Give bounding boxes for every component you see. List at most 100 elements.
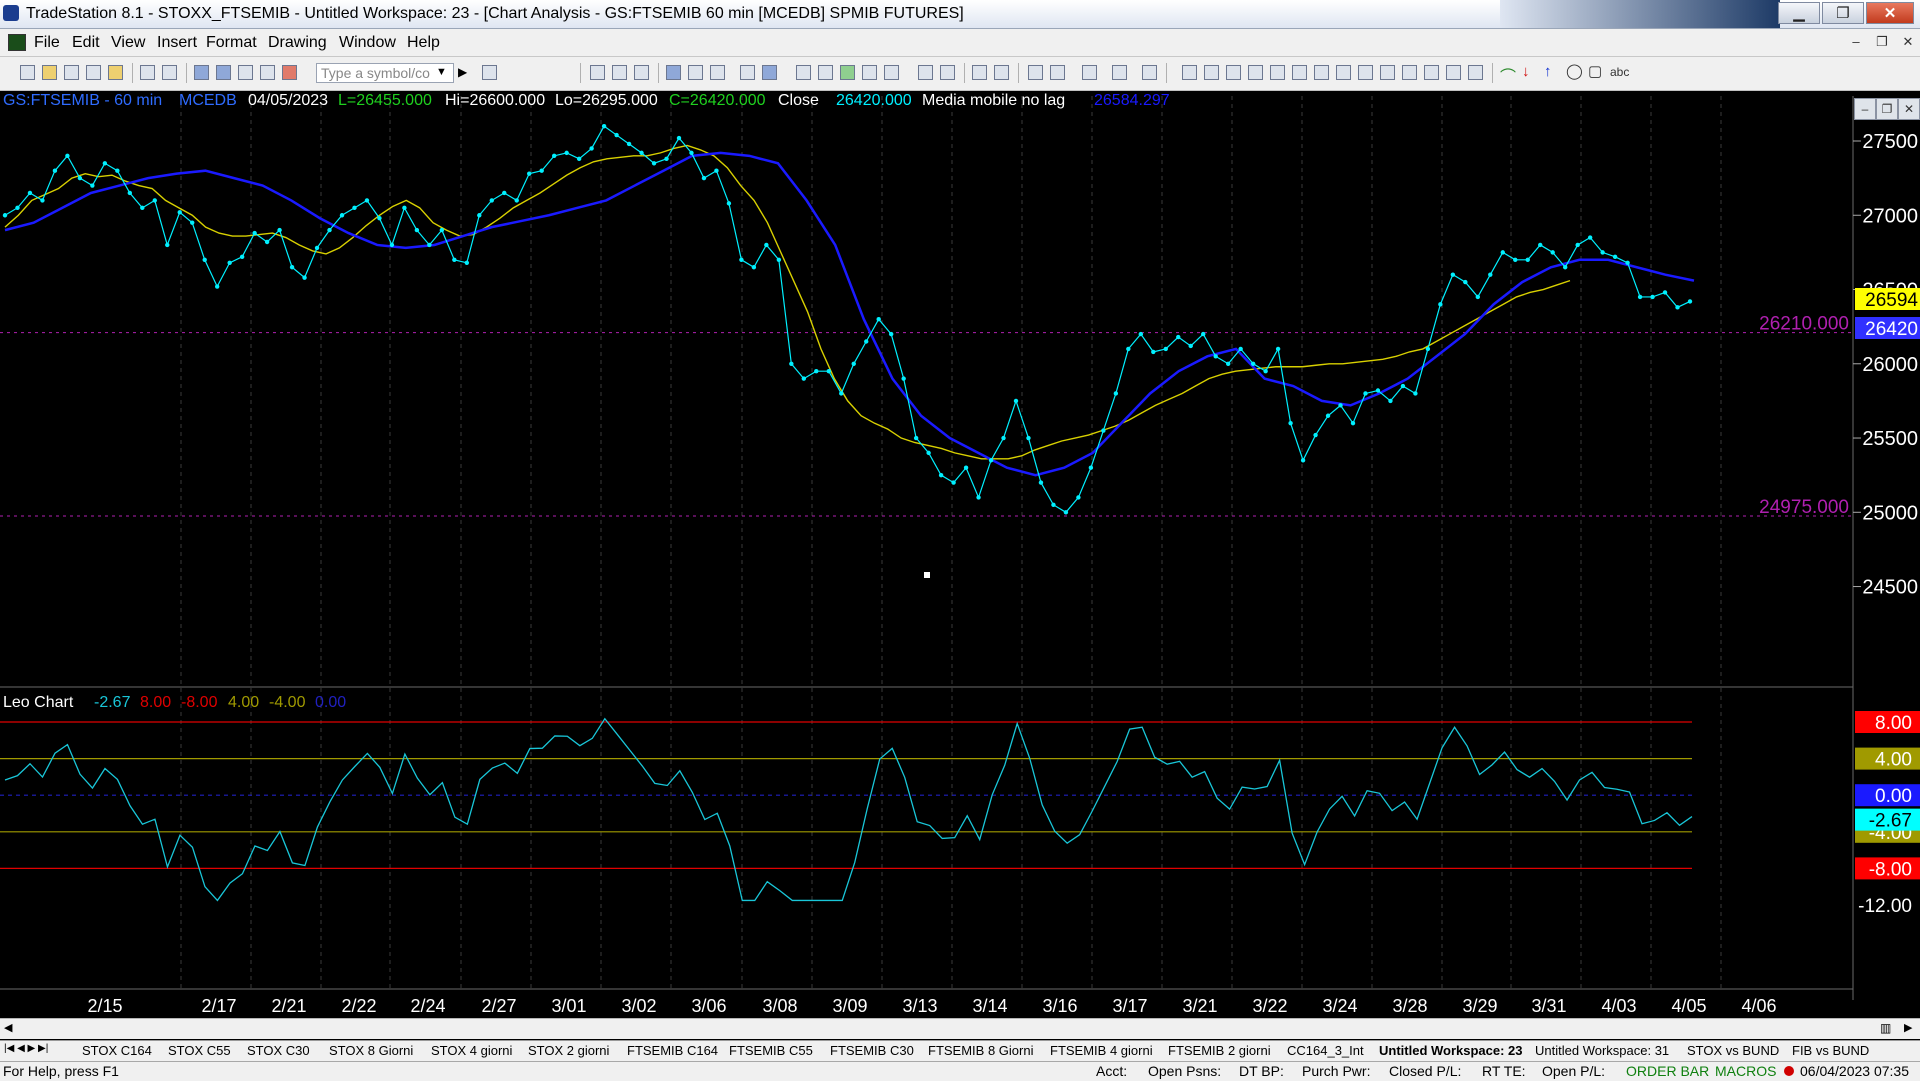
tab-nav-first-icon[interactable]: |◀ ◀ ▶ ▶| [4, 1043, 48, 1054]
scroll-right-icon[interactable]: ▶ [1904, 1021, 1912, 1034]
mdi-minimize-button[interactable]: – [1847, 33, 1865, 51]
chevron-down-icon[interactable]: ▼ [436, 66, 447, 78]
open-icon[interactable] [42, 65, 57, 80]
channel-icon[interactable] [1226, 65, 1241, 80]
table-icon[interactable] [634, 65, 649, 80]
arcs-icon[interactable] [1446, 65, 1461, 80]
range-icon[interactable] [1380, 65, 1395, 80]
binoculars-icon[interactable] [482, 65, 497, 80]
rows-icon[interactable] [862, 65, 877, 80]
options-icon[interactable] [796, 65, 811, 80]
chart-doc-icon[interactable] [8, 34, 26, 51]
scroll-thumb-icon[interactable]: ▥ [1880, 1021, 1891, 1035]
tab-workspace[interactable]: STOX C30 [247, 1043, 310, 1058]
print-icon[interactable] [162, 65, 177, 80]
gann-fan-icon[interactable] [1358, 65, 1373, 80]
tab-workspace[interactable]: CC164_3_Int [1287, 1043, 1364, 1058]
minimize-button[interactable]: ▁ [1778, 2, 1820, 24]
tab-workspace-active[interactable]: Untitled Workspace: 23 [1379, 1043, 1523, 1058]
menu-window[interactable]: Window [339, 34, 396, 52]
wrench-icon[interactable] [1082, 65, 1097, 80]
horizontal-line-icon[interactable] [1204, 65, 1219, 80]
retracement-icon[interactable] [1292, 65, 1307, 80]
account-icon[interactable] [762, 65, 777, 80]
tab-workspace[interactable]: Untitled Workspace: 31 [1535, 1043, 1669, 1058]
zoom-in-icon[interactable] [972, 65, 987, 80]
pencil-icon[interactable] [260, 65, 275, 80]
tab-workspace[interactable]: STOX 4 giorni [431, 1043, 512, 1058]
menu-file[interactable]: File [34, 34, 60, 52]
symbol-input[interactable]: Type a symbol/co [316, 63, 454, 83]
tab-workspace[interactable]: STOX 2 giorni [528, 1043, 609, 1058]
properties-icon[interactable] [1112, 65, 1127, 80]
rectangle-icon[interactable]: ▢ [1588, 62, 1602, 80]
menu-view[interactable]: View [111, 34, 145, 52]
chart-restore-button[interactable]: ❐ [1876, 98, 1898, 120]
zoom-out-icon[interactable] [994, 65, 1009, 80]
menu-help[interactable]: Help [407, 34, 440, 52]
freehand-icon[interactable] [1468, 65, 1483, 80]
tab-workspace[interactable]: FTSEMIB 8 Giorni [928, 1043, 1033, 1058]
vertical-lines-icon[interactable] [1314, 65, 1329, 80]
window-icon[interactable] [194, 65, 209, 80]
menu-edit[interactable]: Edit [72, 34, 100, 52]
bar-chart-icon[interactable] [840, 65, 855, 80]
data-icon[interactable] [1142, 65, 1157, 80]
fibonacci-icon[interactable] [1270, 65, 1285, 80]
tab-workspace[interactable]: STOX 8 Giorni [329, 1043, 413, 1058]
pointer-icon[interactable] [1028, 65, 1043, 80]
status-macros[interactable]: MACROS [1715, 1063, 1776, 1079]
globe-icon[interactable] [282, 65, 297, 80]
maximize-button[interactable]: ❐ [1822, 2, 1864, 24]
chart-minimize-button[interactable]: – [1854, 98, 1876, 120]
tab-workspace[interactable]: STOX C164 [82, 1043, 152, 1058]
tab-workspace[interactable]: FIB vs BUND [1792, 1043, 1869, 1058]
chart-close-button[interactable]: ✕ [1898, 98, 1920, 120]
curve-icon[interactable]: ⌒ [1500, 63, 1516, 87]
chart-area[interactable] [0, 91, 1920, 1021]
order-icon[interactable] [740, 65, 755, 80]
matrix-icon[interactable] [818, 65, 833, 80]
tab-workspace[interactable]: FTSEMIB C55 [729, 1043, 813, 1058]
text-tool-icon[interactable]: abc [1610, 65, 1629, 79]
select-icon[interactable] [1050, 65, 1065, 80]
tab-workspace[interactable]: FTSEMIB C164 [627, 1043, 718, 1058]
chart-icon[interactable] [666, 65, 681, 80]
trendline-icon[interactable] [1182, 65, 1197, 80]
tab-workspace[interactable]: STOX vs BUND [1687, 1043, 1779, 1058]
radar-icon[interactable] [688, 65, 703, 80]
tab-workspace[interactable]: STOX C55 [168, 1043, 231, 1058]
expand-icon[interactable] [940, 65, 955, 80]
arrow-up-icon[interactable]: ↑ [1544, 63, 1552, 80]
new-icon[interactable] [20, 65, 35, 80]
ellipse-icon[interactable]: ◯ [1566, 62, 1583, 80]
menu-drawing[interactable]: Drawing [268, 34, 327, 52]
tab-workspace[interactable]: FTSEMIB 4 giorni [1050, 1043, 1153, 1058]
new-window-icon[interactable] [86, 65, 101, 80]
lock-icon[interactable] [238, 65, 253, 80]
mdi-restore-button[interactable]: ❐ [1873, 33, 1891, 51]
save-icon[interactable] [140, 65, 155, 80]
tab-workspace[interactable]: FTSEMIB 2 giorni [1168, 1043, 1271, 1058]
status-order-bar[interactable]: ORDER BAR [1626, 1063, 1709, 1079]
parallel-lines-icon[interactable] [1402, 65, 1417, 80]
horizontal-scrollbar[interactable]: ◀ ▥ ▶ [0, 1018, 1920, 1039]
close-button[interactable]: ✕ [1866, 2, 1914, 24]
tile-icon[interactable] [216, 65, 231, 80]
compress-icon[interactable] [918, 65, 933, 80]
arc-icon[interactable] [1248, 65, 1263, 80]
play-icon[interactable]: ▶ [458, 65, 467, 79]
arrow-down-icon[interactable]: ↓ [1522, 63, 1530, 80]
scanner-icon[interactable] [710, 65, 725, 80]
tab-workspace[interactable]: FTSEMIB C30 [830, 1043, 914, 1058]
cycle-icon[interactable] [1424, 65, 1439, 80]
menu-insert[interactable]: Insert [157, 34, 197, 52]
list-icon[interactable] [612, 65, 627, 80]
columns-icon[interactable] [884, 65, 899, 80]
speed-lines-icon[interactable] [1336, 65, 1351, 80]
mdi-close-button[interactable]: ✕ [1899, 33, 1917, 51]
open-workspace-icon[interactable] [64, 65, 79, 80]
menu-format[interactable]: Format [206, 34, 257, 52]
folder-icon[interactable] [108, 65, 123, 80]
grid-icon[interactable] [590, 65, 605, 80]
